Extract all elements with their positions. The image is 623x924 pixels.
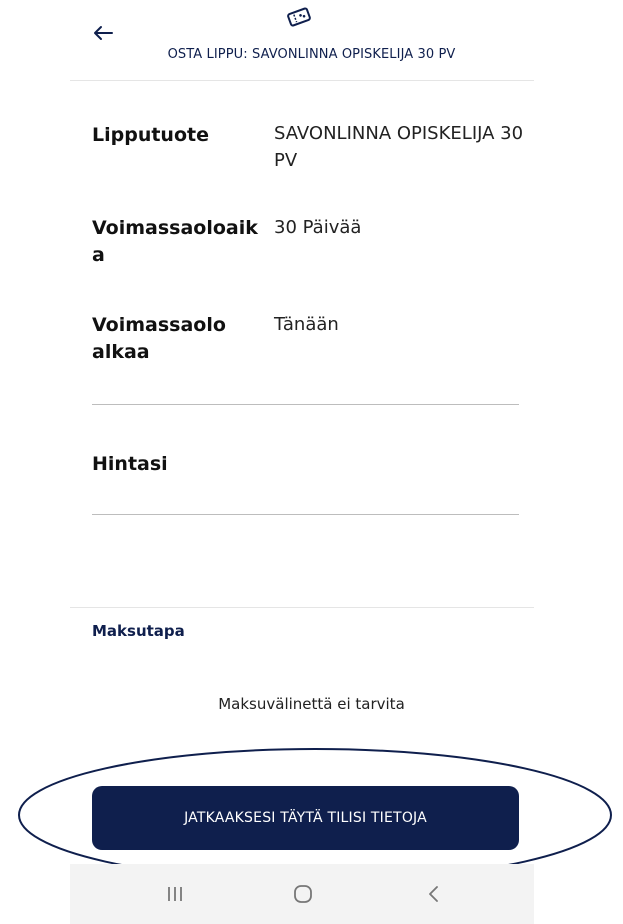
validity-period-label: Voimassaoloaika	[92, 217, 258, 266]
price-divider	[92, 514, 519, 515]
payment-note: Maksuvälinettä ei tarvita	[218, 695, 405, 713]
payment-method-title: Maksutapa	[92, 622, 185, 640]
validity-start-label: Voimassaolo alkaa	[92, 314, 226, 363]
home-icon	[294, 885, 312, 903]
back-chevron-icon	[429, 886, 438, 902]
page-title: OSTA LIPPU: SAVONLINNA OPISKELIJA 30 PV	[167, 47, 456, 62]
arrow-left-icon	[94, 26, 113, 40]
home-button[interactable]	[283, 872, 323, 916]
recent-apps-button[interactable]	[155, 872, 195, 916]
ticket-product-label: Lipputuote	[92, 124, 209, 146]
price-label: Hintasi	[92, 453, 168, 475]
system-back-button[interactable]	[414, 872, 454, 916]
validity-period-value: 30 Päivää	[274, 217, 362, 238]
validity-start-value: Tänään	[274, 314, 339, 335]
payment-divider	[70, 607, 534, 608]
details-divider	[92, 404, 519, 405]
header-divider	[70, 80, 534, 81]
recent-apps-icon	[168, 887, 182, 901]
back-button[interactable]	[88, 18, 118, 48]
ticket-icon	[286, 4, 312, 30]
ticket-product-value: SAVONLINNA OPISKELIJA 30 PV	[274, 123, 524, 171]
